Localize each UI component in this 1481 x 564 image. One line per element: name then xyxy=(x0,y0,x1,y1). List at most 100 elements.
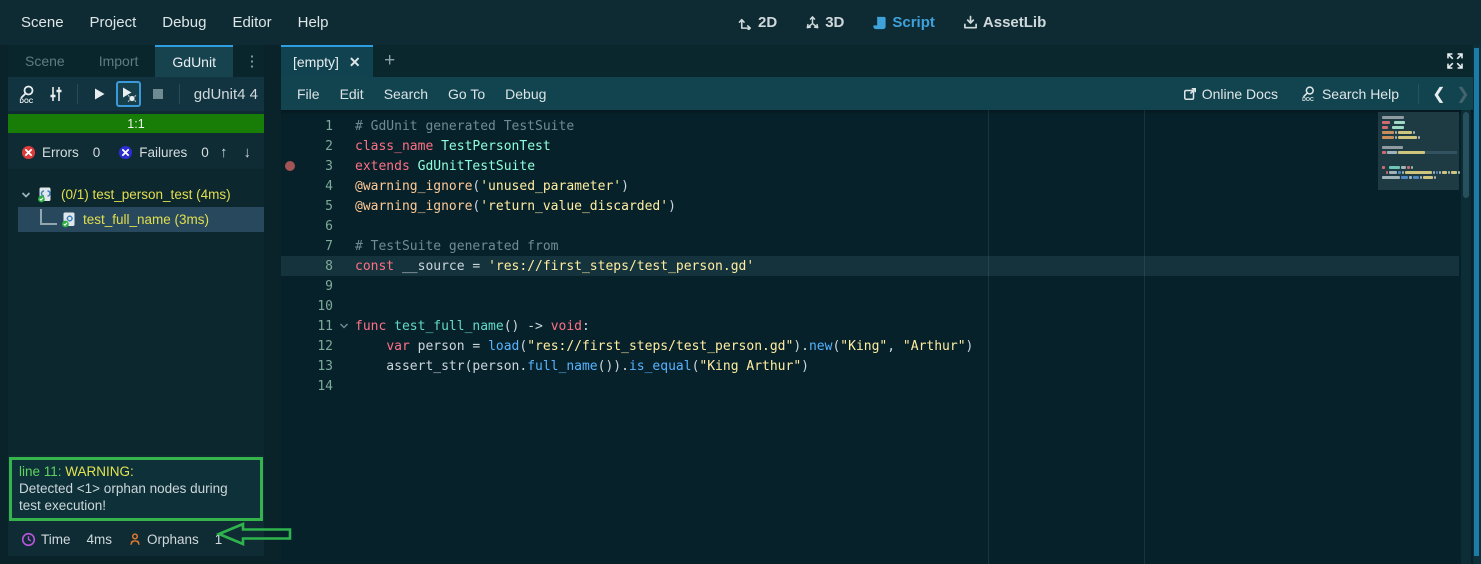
menu-project[interactable]: Project xyxy=(81,10,146,35)
debug-tests-button[interactable] xyxy=(116,81,142,107)
menu-file[interactable]: File xyxy=(287,82,330,106)
menu-help[interactable]: Help xyxy=(289,10,338,35)
failures-icon xyxy=(118,145,133,160)
editor-scrollbar[interactable] xyxy=(1461,110,1471,564)
menu-script-debug[interactable]: Debug xyxy=(495,82,556,106)
history-forward-button[interactable]: ❯ xyxy=(1451,84,1475,104)
test-case-row-selected[interactable]: test_full_name (3ms) xyxy=(18,207,264,232)
svg-text:DOC: DOC xyxy=(19,98,33,104)
menu-debug[interactable]: Debug xyxy=(153,10,215,35)
test-counters-row: Errors 0 Failures 0 ↑ ↓ xyxy=(8,135,264,169)
code-line[interactable]: 12 var person = load("res://first_steps/… xyxy=(281,336,1459,356)
code-editor[interactable]: 1# GdUnit generated TestSuite2class_name… xyxy=(281,110,1481,564)
code-line[interactable]: 11func test_full_name() -> void: xyxy=(281,316,1459,336)
new-tab-button[interactable]: + xyxy=(373,45,407,77)
test-suite-label: (0/1) test_person_test (4ms) xyxy=(61,187,231,202)
test-progress-bar: 1:1 xyxy=(8,114,264,133)
code-lines[interactable]: 1# GdUnit generated TestSuite2class_name… xyxy=(281,116,1459,396)
gdunit-dock: Scene Import GdUnit ⋮ DOC gdUnit4 4 1:1 … xyxy=(8,45,264,556)
code-line[interactable]: 3extends GdUnitTestSuite xyxy=(281,156,1459,176)
script-icon xyxy=(872,15,887,31)
doc-search-button[interactable]: DOC xyxy=(14,81,40,107)
test-tree: (0/1) test_person_test (4ms) test_full_n… xyxy=(8,169,264,455)
3d-icon xyxy=(805,15,820,30)
prev-failure-button[interactable]: ↑ xyxy=(220,144,228,161)
workspace-2d-button[interactable]: 2D xyxy=(738,14,777,31)
search-help-button[interactable]: DOC Search Help xyxy=(1289,85,1410,102)
test-report-box[interactable]: line 11: WARNING: Detected <1> orphan no… xyxy=(9,457,263,521)
column-guideline-80 xyxy=(988,110,989,564)
code-line[interactable]: 14 xyxy=(281,376,1459,396)
report-line-ref: line 11: xyxy=(19,464,62,479)
dock-tab-bar: Scene Import GdUnit ⋮ xyxy=(8,45,264,77)
menu-scene[interactable]: Scene xyxy=(12,10,73,35)
external-link-icon xyxy=(1183,87,1197,101)
code-line[interactable]: 2class_name TestPersonTest xyxy=(281,136,1459,156)
scrollbar-thumb[interactable] xyxy=(1463,112,1469,198)
dock-tab-import[interactable]: Import xyxy=(82,45,156,77)
script-tab-title: [empty] xyxy=(293,54,339,70)
menu-separator xyxy=(1418,84,1419,104)
code-line[interactable]: 5@warning_ignore('return_value_discarded… xyxy=(281,196,1459,216)
report-message: Detected <1> orphan nodes during test ex… xyxy=(19,480,253,514)
toolbar-separator xyxy=(77,84,78,104)
run-tests-button[interactable] xyxy=(86,81,112,107)
code-line[interactable]: 13 assert_str(person.full_name()).is_equ… xyxy=(281,356,1459,376)
play-debug-icon xyxy=(119,85,137,103)
code-line[interactable]: 4@warning_ignore('unused_parameter') xyxy=(281,176,1459,196)
menu-goto[interactable]: Go To xyxy=(438,82,495,106)
workspace-script-button[interactable]: Script xyxy=(872,14,935,31)
report-level: WARNING: xyxy=(62,464,134,479)
orphans-icon xyxy=(128,532,142,547)
time-clock-icon xyxy=(21,532,36,547)
online-docs-button[interactable]: Online Docs xyxy=(1172,86,1289,102)
annotation-arrow-icon xyxy=(216,521,294,547)
time-value: 4ms xyxy=(87,532,113,547)
fold-chevron-icon xyxy=(339,321,349,331)
code-line[interactable]: 7# TestSuite generated from xyxy=(281,236,1459,256)
test-suite-row[interactable]: (0/1) test_person_test (4ms) xyxy=(8,182,264,207)
code-line[interactable]: 6 xyxy=(281,216,1459,236)
dock-tab-scene[interactable]: Scene xyxy=(8,45,82,77)
script-tab-empty[interactable]: [empty] ✕ xyxy=(281,45,373,77)
code-minimap[interactable] xyxy=(1378,112,1459,190)
tune-sliders-icon xyxy=(47,85,65,103)
failures-value: 0 xyxy=(201,145,209,160)
doc-search-icon: DOC xyxy=(1300,85,1317,102)
failures-label: Failures xyxy=(139,145,187,160)
expand-arrows-icon xyxy=(1445,51,1465,71)
code-line[interactable]: 10 xyxy=(281,296,1459,316)
errors-value: 0 xyxy=(93,145,101,160)
script-tab-bar: [empty] ✕ + xyxy=(281,45,1481,77)
progress-label: 1:1 xyxy=(127,117,144,131)
menu-editor[interactable]: Editor xyxy=(223,10,280,35)
breakpoint-icon[interactable] xyxy=(285,161,295,171)
next-failure-button[interactable]: ↓ xyxy=(244,144,252,161)
code-line[interactable]: 9 xyxy=(281,276,1459,296)
stop-tests-button[interactable] xyxy=(145,81,171,107)
stop-icon xyxy=(150,86,166,102)
code-line[interactable]: 1# GdUnit generated TestSuite xyxy=(281,116,1459,136)
workspace-3d-button[interactable]: 3D xyxy=(805,14,844,31)
test-settings-button[interactable] xyxy=(44,81,70,107)
dock-tab-gdunit[interactable]: GdUnit xyxy=(155,45,233,77)
workspace-assetlib-button[interactable]: AssetLib xyxy=(963,14,1046,31)
dock-tab-spacer xyxy=(233,45,240,77)
dock-menu-dots-icon[interactable]: ⋮ xyxy=(240,45,264,77)
menu-search[interactable]: Search xyxy=(374,82,438,106)
2d-icon xyxy=(738,15,753,30)
code-line[interactable]: 8const __source = 'res://first_steps/tes… xyxy=(281,256,1459,276)
expand-editor-button[interactable] xyxy=(1445,51,1465,71)
errors-icon xyxy=(21,145,36,160)
menu-edit[interactable]: Edit xyxy=(330,82,374,106)
chevron-down-icon[interactable] xyxy=(20,189,32,201)
workspace-switcher: 2D 3D Script AssetLib xyxy=(738,0,1046,45)
gdunit-toolbar: DOC gdUnit4 4 xyxy=(8,77,264,111)
column-guideline-100 xyxy=(1144,110,1145,564)
script-editor-panel: [empty] ✕ + File Edit Search Go To Debug… xyxy=(281,45,1481,564)
history-back-button[interactable]: ❮ xyxy=(1427,84,1451,104)
time-label: Time xyxy=(41,532,71,547)
plus-icon: + xyxy=(384,50,395,72)
svg-text:DOC: DOC xyxy=(1302,97,1314,102)
close-icon[interactable]: ✕ xyxy=(349,54,361,71)
